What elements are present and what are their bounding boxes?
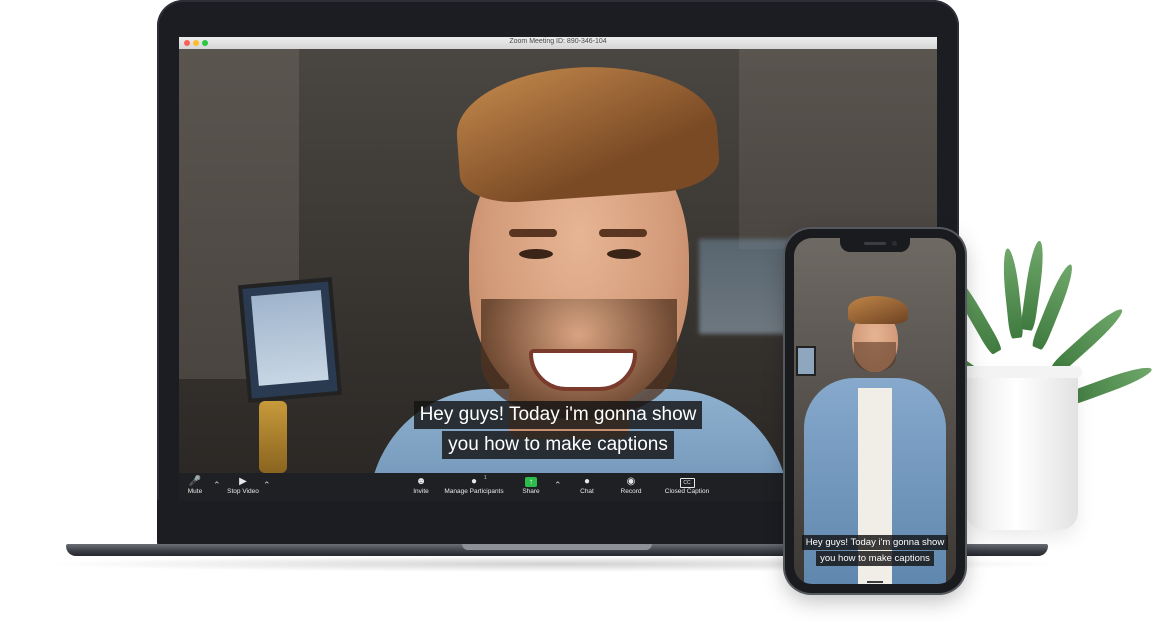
mute-label: Mute [187,488,203,495]
speaker-brow [599,229,647,237]
plant-leaf [1000,247,1024,339]
audio-options-chevron-up-icon[interactable]: ⌃ [213,480,221,491]
share-button[interactable]: ↑ Share [519,475,543,495]
chat-bubble-icon: ● [583,476,591,487]
phone-home-indicator [867,581,883,583]
invite-label: Invite [413,488,429,495]
invite-person-icon: ☻ [415,476,427,487]
microphone-icon: 🎤 [188,476,202,487]
laptop-opening-notch [462,544,652,550]
stop-video-button[interactable]: ▶ Stop Video [223,475,263,495]
stop-video-label: Stop Video [227,488,259,495]
caption-text: you how to make captions [442,431,674,459]
speaker-eye [519,249,553,259]
participants-count: 1 [484,475,487,481]
manage-participants-button[interactable]: ● 1 Manage Participants [443,475,505,495]
phone-notch [840,238,910,252]
chat-label: Chat [580,488,594,495]
plant-pot [966,368,1078,530]
closed-caption-label: Closed Caption [664,488,710,495]
phone-caption-line-2: you how to make captions [794,548,956,566]
manage-participants-label: Manage Participants [444,488,504,495]
caption-text: you how to make captions [816,551,934,566]
cc-icon: CC [679,478,695,488]
phone-speaker [864,242,886,245]
share-screen-icon: ↑ [525,477,537,487]
smartphone: Hey guys! Today i'm gonna show you how t… [785,229,965,593]
chat-button[interactable]: ● Chat [577,475,597,495]
speaker-eye [607,249,641,259]
record-label: Record [620,488,642,495]
invite-button[interactable]: ☻ Invite [409,475,433,495]
video-camera-icon: ▶ [239,476,247,487]
background-monitor [238,277,342,403]
share-options-chevron-up-icon[interactable]: ⌃ [554,480,562,491]
window-title: Zoom Meeting ID: 890-346-104 [509,38,607,45]
speaker-hair [848,296,908,324]
phone-video-feed: Hey guys! Today i'm gonna show you how t… [794,238,956,584]
mute-button[interactable]: 🎤 Mute [185,475,205,495]
record-button[interactable]: ◉ Record [619,475,643,495]
background-monitor [796,346,816,376]
speaker-hair [452,58,722,206]
speaker-brow [509,229,557,237]
plant-leaf [1050,304,1127,376]
share-label: Share [522,488,540,495]
plant-pot-rim [962,366,1082,378]
speaker-beard [854,342,896,372]
record-icon: ◉ [626,476,636,487]
phone-camera-icon [892,241,897,246]
caption-text: Hey guys! Today i'm gonna show [413,401,703,429]
video-options-chevron-up-icon[interactable]: ⌃ [263,480,271,491]
closed-caption-button[interactable]: CC Closed Caption [661,475,713,495]
participants-icon: ● [470,476,478,487]
background-wall-right [739,49,937,249]
